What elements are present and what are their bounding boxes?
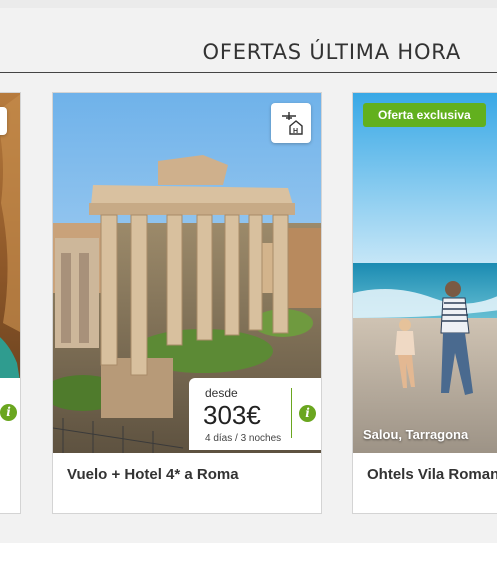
exclusive-offer-badge: Oferta exclusiva (363, 103, 486, 127)
svg-text:H: H (293, 128, 298, 135)
offer-card-left[interactable]: i (0, 92, 21, 514)
info-icon[interactable]: i (299, 405, 316, 422)
card-image (0, 93, 20, 453)
title-divider (0, 72, 497, 73)
price-divider (291, 388, 292, 438)
section-title: OFERTAS ÚLTIMA HORA (202, 40, 461, 64)
card-caption: Vuelo + Hotel 4* a Roma (67, 466, 239, 483)
footer-band (0, 543, 497, 573)
price-prefix: desde (205, 386, 238, 400)
price-value: 303€ (203, 400, 261, 430)
info-icon[interactable]: i (0, 404, 17, 421)
price-box[interactable]: desde 303€ 4 días / 3 noches i (189, 378, 321, 450)
offer-card-roma[interactable]: H desde 303€ 4 días / 3 noches i Vuelo +… (52, 92, 322, 514)
offers-section: OFERTAS ÚLTIMA HORA i H desde 303€ 4 día… (0, 8, 497, 543)
card-caption: Ohtels Vila Romana (367, 466, 497, 483)
flight-hotel-icon: H (271, 103, 311, 143)
price-duration: 4 días / 3 noches (205, 433, 282, 444)
card-image-beach (353, 93, 497, 453)
location-label: Salou, Tarragona (363, 427, 469, 442)
offer-card-salou[interactable]: Oferta exclusiva Salou, Tarragona Ohtels… (352, 92, 497, 514)
flight-hotel-icon (0, 107, 7, 135)
